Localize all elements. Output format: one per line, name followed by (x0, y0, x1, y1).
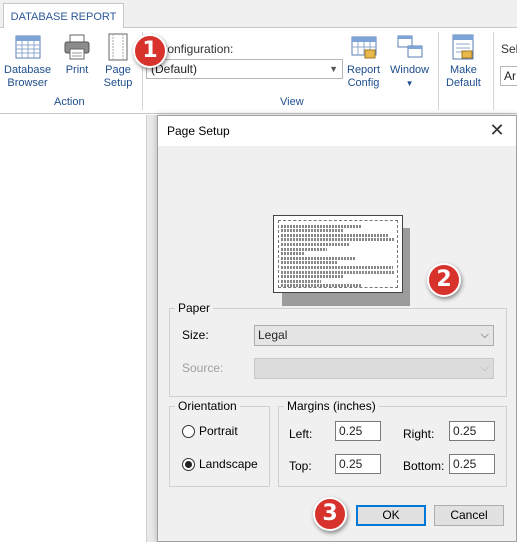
orientation-group-label: Orientation (175, 399, 240, 413)
paper-group: Paper (169, 301, 507, 397)
window-dropdown-icon: ▼ (405, 79, 414, 88)
dialog-title: Page Setup (167, 124, 230, 138)
portrait-radio-dot (182, 424, 195, 438)
paper-size-value: Legal (258, 328, 288, 342)
landscape-radio[interactable]: Landscape (182, 457, 258, 471)
landscape-radio-dot (182, 457, 195, 471)
group-separator (438, 32, 439, 110)
report-config-icon (351, 36, 377, 59)
window-label: Window (390, 64, 430, 76)
page-setup-dialog: Page Setup ✕ Paper Size: Legal ⌵ Source:… (157, 115, 517, 542)
landscape-label: Landscape (199, 457, 258, 471)
orientation-group: Orientation (169, 399, 270, 487)
page-setup-label-1: Page (105, 64, 131, 76)
page-setup-icon (108, 33, 128, 61)
page-preview-area (158, 146, 516, 306)
ribbon-tab-bar: DATABASE REPORT (0, 0, 517, 29)
page-setup-label-2: Setup (103, 77, 133, 89)
printer-icon (64, 34, 90, 60)
page-preview-content (278, 220, 398, 288)
database-grid-icon (15, 35, 41, 59)
cancel-button[interactable]: Cancel (434, 505, 504, 526)
database-browser-button[interactable]: Database Browser (4, 32, 51, 90)
left-margin-label: Left: (289, 427, 313, 441)
make-default-button[interactable]: Make Default (446, 32, 481, 90)
partial-combo-value: Ar (504, 69, 516, 83)
configuration-combo[interactable]: (Default) ▼ (146, 59, 343, 79)
source-label: Source: (182, 361, 224, 375)
ok-button[interactable]: OK (356, 505, 426, 526)
right-margin-input[interactable]: 0.25 (449, 421, 495, 441)
paper-group-label: Paper (175, 301, 214, 315)
portrait-radio[interactable]: Portrait (182, 424, 238, 438)
report-config-label-1: Report (347, 64, 381, 76)
bottom-margin-label: Bottom: (403, 459, 445, 473)
close-icon[interactable]: ✕ (488, 121, 506, 139)
left-margin-input[interactable]: 0.25 (335, 421, 381, 441)
paper-source-select[interactable]: ⌵ (254, 358, 494, 379)
chevron-down-icon: ⌵ (480, 329, 489, 341)
dialog-title-bar: Page Setup ✕ (158, 116, 516, 146)
step-1-badge: 1 (133, 34, 167, 68)
page-setup-button[interactable]: Page Setup (103, 32, 133, 90)
margins-group: Margins (inches) (278, 399, 507, 487)
chevron-down-icon: ▼ (329, 64, 338, 74)
action-group-label: Action (54, 96, 85, 108)
report-config-button[interactable]: Report Config (347, 32, 380, 90)
ribbon: Database Browser Print Page Setup Action… (0, 28, 517, 114)
window-button[interactable]: Window ▼ (390, 32, 429, 90)
paper-size-select[interactable]: Legal ⌵ (254, 325, 494, 346)
step-3-badge: 3 (313, 497, 347, 531)
top-margin-input[interactable]: 0.25 (335, 454, 381, 474)
partial-combo[interactable]: Ar (500, 66, 517, 86)
database-browser-label-2: Browser (7, 77, 48, 89)
view-group-label: View (280, 96, 304, 108)
make-default-label-1: Make (449, 64, 477, 76)
print-button[interactable]: Print (62, 32, 92, 77)
print-label: Print (65, 64, 89, 76)
partial-select-label: Sel (501, 42, 517, 56)
left-pane (0, 115, 146, 542)
report-config-label-2: Config (347, 77, 380, 89)
page-preview (273, 215, 403, 293)
make-default-icon (452, 34, 474, 60)
right-margin-label: Right: (403, 427, 435, 441)
chevron-down-icon: ⌵ (480, 362, 489, 374)
portrait-label: Portrait (199, 424, 238, 438)
database-browser-label-1: Database (4, 64, 52, 76)
size-label: Size: (182, 328, 209, 342)
top-margin-label: Top: (289, 459, 312, 473)
group-separator (493, 32, 494, 110)
step-2-badge: 2 (427, 263, 461, 297)
window-icon (397, 35, 423, 58)
make-default-label-2: Default (446, 77, 481, 89)
margins-group-label: Margins (inches) (284, 399, 379, 413)
tab-database-report[interactable]: DATABASE REPORT (3, 3, 124, 29)
bottom-margin-input[interactable]: 0.25 (449, 454, 495, 474)
